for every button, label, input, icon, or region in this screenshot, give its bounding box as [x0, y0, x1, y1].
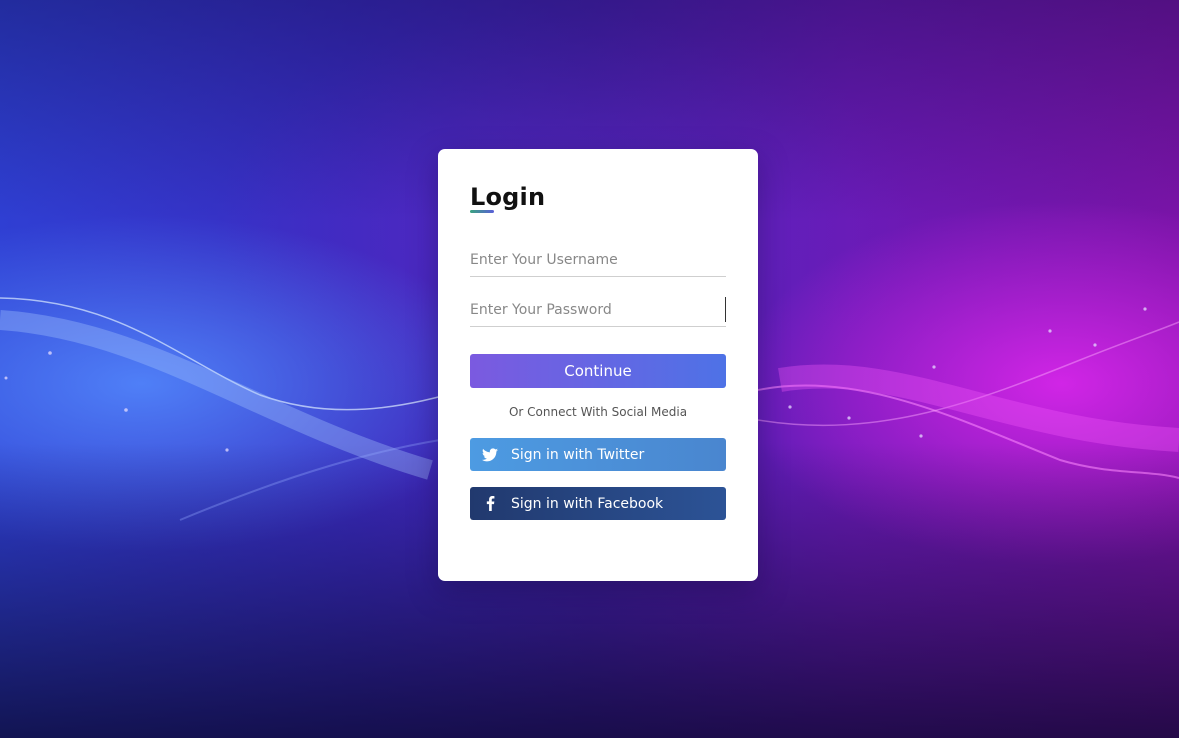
continue-button[interactable]: Continue	[470, 354, 726, 388]
facebook-signin-label: Sign in with Facebook	[511, 495, 664, 512]
facebook-signin-button[interactable]: Sign in with Facebook	[470, 487, 726, 520]
login-card: Login Continue Or Connect With Social Me…	[438, 149, 758, 581]
title-underline-accent	[470, 210, 494, 213]
twitter-bird-icon	[470, 438, 510, 471]
username-input[interactable]	[470, 244, 726, 277]
social-media-caption: Or Connect With Social Media	[508, 405, 688, 419]
facebook-f-icon	[470, 487, 510, 520]
twitter-signin-button[interactable]: Sign in with Twitter	[470, 438, 726, 471]
twitter-signin-label: Sign in with Twitter	[511, 446, 645, 463]
text-caret	[725, 297, 726, 322]
password-input[interactable]	[470, 294, 726, 327]
login-title: Login	[470, 183, 546, 211]
